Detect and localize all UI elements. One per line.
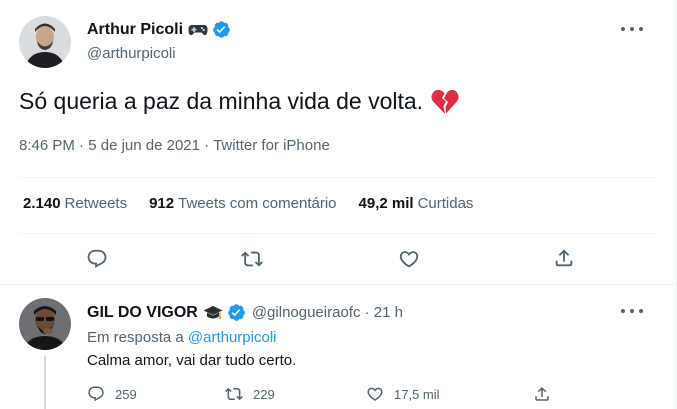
verified-badge-icon xyxy=(227,303,246,322)
tweet-source-link[interactable]: Twitter for iPhone xyxy=(213,137,330,154)
replying-to-prefix: Em resposta a xyxy=(87,329,188,346)
reply-icon[interactable] xyxy=(86,248,108,270)
like-heart-icon[interactable] xyxy=(398,248,420,270)
retweet-icon xyxy=(225,387,243,401)
avatar-image xyxy=(19,298,71,350)
replying-to-mention-link[interactable]: @arthurpicoli xyxy=(188,329,277,346)
verified-badge-icon xyxy=(212,20,231,39)
retweet-count: 229 xyxy=(253,386,275,402)
quote-tweets-stat[interactable]: 912 Tweets com comentário xyxy=(149,195,336,212)
author-avatar[interactable] xyxy=(19,16,71,68)
dot xyxy=(630,27,634,31)
dot xyxy=(639,27,643,31)
game-controller-icon xyxy=(188,23,208,37)
dot xyxy=(630,309,634,313)
likes-stat[interactable]: 49,2 mil Curtidas xyxy=(359,195,474,212)
graduation-cap-icon xyxy=(203,305,223,321)
tweet-text-content: Só queria a paz da minha vida de volta. xyxy=(19,88,424,114)
likes-label: Curtidas xyxy=(417,195,474,212)
author-handle[interactable]: @arthurpicoli xyxy=(87,45,176,62)
share-icon xyxy=(535,386,549,401)
reply-author-display-name[interactable]: GIL DO VIGOR xyxy=(87,304,198,322)
author-display-name[interactable]: Arthur Picoli xyxy=(87,21,183,39)
tweet-metadata: 8:46 PM · 5 de jun de 2021 · Twitter for… xyxy=(19,137,330,154)
like-count: 17,5 mil xyxy=(394,386,440,402)
tweet-stats: 2.140 Retweets 912 Tweets com comentário… xyxy=(23,195,495,212)
reply-reply-button[interactable]: 259 xyxy=(87,385,137,403)
thread-connector-line xyxy=(44,356,46,409)
divider xyxy=(19,177,656,178)
avatar-image xyxy=(19,16,71,68)
reply-author-avatar[interactable] xyxy=(19,298,71,350)
reply-tweet-text: Calma amor, vai dar tudo certo. xyxy=(87,352,297,369)
dot xyxy=(621,27,625,31)
quote-tweets-label: Tweets com comentário xyxy=(178,195,337,212)
retweet-icon[interactable] xyxy=(241,248,263,270)
reply-author-name-row[interactable]: GIL DO VIGOR @gilnogueiraofc · 21 h xyxy=(87,303,403,322)
like-heart-icon xyxy=(367,387,383,401)
author-name-row[interactable]: Arthur Picoli xyxy=(87,20,231,39)
separator: · xyxy=(74,137,89,154)
share-icon[interactable] xyxy=(553,247,575,269)
tweet-text: Só queria a paz da minha vida de volta. xyxy=(19,88,459,115)
replying-to-line: Em resposta a @arthurpicoli xyxy=(87,329,276,346)
more-options-icon[interactable] xyxy=(621,304,643,318)
divider xyxy=(0,284,676,285)
retweets-count: 2.140 xyxy=(23,195,61,212)
reply-author-handle-time[interactable]: @gilnogueiraofc · 21 h xyxy=(252,304,403,321)
broken-heart-icon xyxy=(431,89,459,115)
dot xyxy=(621,309,625,313)
quote-tweets-count: 912 xyxy=(149,195,175,212)
reply-retweet-button[interactable]: 229 xyxy=(225,385,275,403)
reply-icon xyxy=(88,386,104,402)
divider xyxy=(19,233,656,234)
tweet-detail-view: Arthur Picoli @arthurpicoli Só queria a … xyxy=(0,0,677,409)
separator: · xyxy=(200,137,214,154)
reply-like-button[interactable]: 17,5 mil xyxy=(366,385,440,403)
reply-share-button[interactable] xyxy=(533,385,551,403)
reply-count: 259 xyxy=(115,386,137,402)
likes-count: 49,2 mil xyxy=(358,195,414,212)
more-options-icon[interactable] xyxy=(621,22,643,36)
tweet-time-link[interactable]: 8:46 PM xyxy=(19,137,75,154)
dot xyxy=(639,309,643,313)
retweets-stat[interactable]: 2.140 Retweets xyxy=(23,195,127,212)
tweet-date-link[interactable]: 5 de jun de 2021 xyxy=(88,137,200,154)
retweets-label: Retweets xyxy=(64,195,128,212)
